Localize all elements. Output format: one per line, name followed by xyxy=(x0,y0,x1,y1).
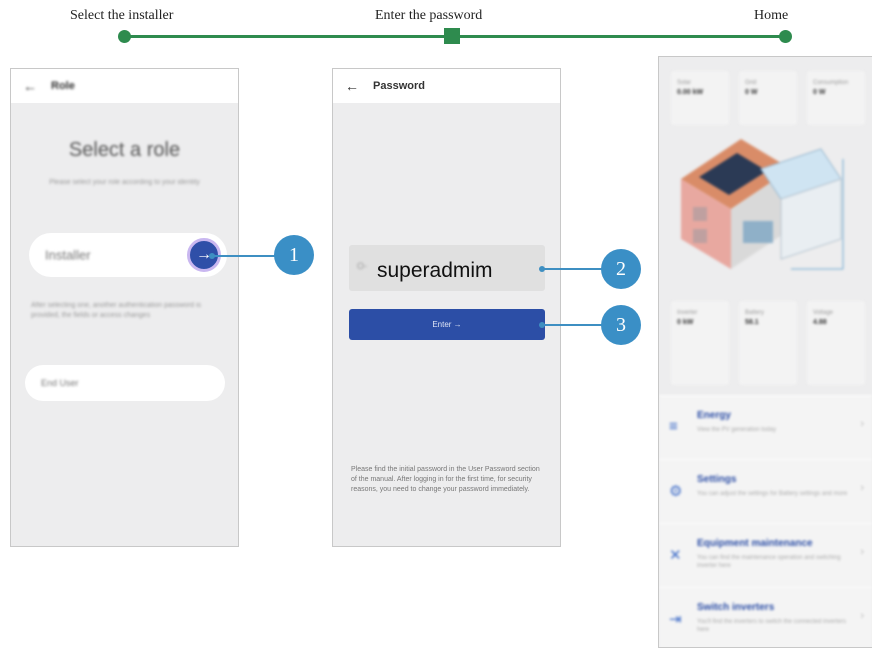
step-label-home: Home xyxy=(754,8,789,23)
stat-battery-label: Battery xyxy=(745,310,765,316)
chevron-right-icon: › xyxy=(860,610,864,622)
chevron-right-icon: › xyxy=(860,546,864,558)
stat-battery: Battery 58.1 xyxy=(739,301,797,385)
callout-line-3 xyxy=(542,324,604,326)
callout-2: 2 xyxy=(601,249,641,289)
stat-consumption-value: 0 W xyxy=(813,89,826,96)
callout-anchor-3 xyxy=(539,322,545,328)
role-subtitle: Please select your role according to you… xyxy=(49,179,200,186)
back-arrow-icon[interactable]: ← xyxy=(23,78,37,94)
stat-voltage: Voltage 4.88 xyxy=(807,301,865,385)
stat-grid: Grid 0 W xyxy=(739,71,797,125)
callout-3: 3 xyxy=(601,305,641,345)
stat-voltage-value: 4.88 xyxy=(813,319,827,326)
stat-voltage-label: Voltage xyxy=(813,310,834,316)
enter-button[interactable]: Enter → xyxy=(349,309,545,340)
house-illustration xyxy=(681,139,844,270)
menu-item-energy[interactable]: ≡ Energy View the PV generation today › xyxy=(659,395,872,460)
password-header: ← Password xyxy=(333,69,560,103)
stat-grid-label: Grid xyxy=(745,80,757,86)
callout-line-2 xyxy=(542,268,604,270)
menu-item-title: Settings xyxy=(697,474,737,485)
callout-anchor-2 xyxy=(539,266,545,272)
step-label-password: Enter the password xyxy=(375,8,483,23)
menu-item-desc: You can find the maintenance operation a… xyxy=(697,555,841,569)
password-help-text: Please find the initial password in the … xyxy=(351,466,540,493)
back-arrow-icon[interactable]: ← xyxy=(345,78,359,94)
menu-item-maintenance[interactable]: ✕ Equipment maintenance You can find the… xyxy=(659,523,872,588)
installer-option[interactable]: Installer → xyxy=(29,233,227,277)
stat-inverter-value: 0 kW xyxy=(677,319,694,326)
installer-label: Installer xyxy=(45,247,91,263)
stat-solar: Solar 0.00 kW xyxy=(671,71,729,125)
password-screen: ← Password O- superadmim Enter → Please … xyxy=(332,68,561,547)
menu-item-title: Energy xyxy=(697,410,731,421)
stat-solar-label: Solar xyxy=(677,80,692,86)
callout-line-1 xyxy=(212,255,278,257)
menu-item-settings[interactable]: ⚙ Settings You can adjust the settings f… xyxy=(659,459,872,524)
progress-dot-end xyxy=(779,30,792,43)
role-header-title: Role xyxy=(51,80,75,92)
stat-inverter: Inverter 0 kW xyxy=(671,301,729,385)
stat-solar-value: 0.00 kW xyxy=(677,89,704,96)
step-label-installer: Select the installer xyxy=(70,8,174,23)
password-input[interactable]: O- superadmim xyxy=(349,245,545,291)
energy-icon: ≡ xyxy=(669,418,678,435)
role-header: ← Role xyxy=(11,69,238,103)
role-screen: ← Role Select a role Please select your … xyxy=(10,68,239,547)
callout-anchor-1 xyxy=(209,253,215,259)
menu-item-title: Switch inverters xyxy=(697,602,775,613)
callout-1: 1 xyxy=(274,235,314,275)
role-title: Select a role xyxy=(68,139,181,161)
progress-marker-current xyxy=(444,28,460,44)
stat-grid-value: 0 W xyxy=(745,89,758,96)
password-value: superadmim xyxy=(377,259,493,282)
stat-consumption-label: Consumption xyxy=(813,80,849,86)
role-description: After selecting one, another authenticat… xyxy=(31,302,202,319)
progress-dot-start xyxy=(118,30,131,43)
stat-consumption: Consumption 0 W xyxy=(807,71,865,125)
end-user-label: End User xyxy=(41,378,79,388)
stat-inverter-label: Inverter xyxy=(677,310,698,316)
chevron-right-icon: › xyxy=(860,418,864,430)
menu-item-switch-inverters[interactable]: ⇥ Switch inverters You'll find the inver… xyxy=(659,587,872,647)
chevron-right-icon: › xyxy=(860,482,864,494)
tools-icon: ✕ xyxy=(669,547,682,564)
switch-icon: ⇥ xyxy=(669,611,682,628)
stat-battery-value: 58.1 xyxy=(745,319,759,326)
password-header-title: Password xyxy=(373,80,425,92)
menu-item-title: Equipment maintenance xyxy=(697,538,813,549)
menu-item-desc: You'll find the inverters to switch the … xyxy=(697,619,847,633)
menu-item-desc: View the PV generation today xyxy=(697,427,776,433)
eye-icon[interactable]: O- xyxy=(357,261,367,271)
home-screen: Solar 0.00 kW Grid 0 W Consumption 0 W Inve… xyxy=(658,56,872,648)
gear-icon: ⚙ xyxy=(669,483,683,500)
menu-item-desc: You can adjust the settings for Battery … xyxy=(697,491,848,497)
end-user-option[interactable]: End User xyxy=(25,365,225,401)
